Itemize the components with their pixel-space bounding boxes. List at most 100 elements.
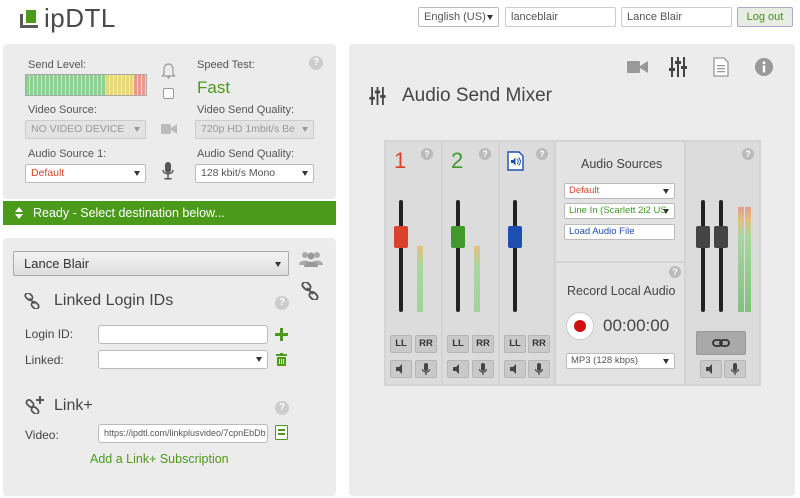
channel-3-mute-button[interactable]	[504, 360, 526, 378]
audio-quality-select[interactable]: 128 kbit/s Mono	[195, 164, 314, 183]
load-audio-file-button[interactable]: Load Audio File	[564, 224, 675, 240]
info-icon[interactable]	[755, 58, 773, 76]
master-help-icon[interactable]: ?	[742, 148, 754, 160]
link-plus-help-icon[interactable]: ?	[275, 401, 289, 415]
master-link-button[interactable]	[696, 331, 746, 355]
logout-button[interactable]: Log out	[737, 7, 793, 27]
video-source-select[interactable]: NO VIDEO DEVICE	[25, 120, 146, 139]
video-camera-icon	[161, 124, 177, 134]
link-plus-icon	[25, 396, 44, 414]
destination-select[interactable]: Lance Blair	[13, 251, 289, 276]
channel-3-rr-button[interactable]: RR	[528, 335, 550, 353]
destination-value: Lance Blair	[24, 256, 90, 271]
plus-icon[interactable]	[275, 328, 288, 341]
speaker-icon	[396, 364, 402, 374]
speaker-icon	[510, 364, 516, 374]
channel-2-mute-button[interactable]	[447, 360, 469, 378]
microphone-icon	[162, 162, 174, 180]
video-source-value: NO VIDEO DEVICE	[31, 123, 125, 135]
chevron-down-icon	[663, 209, 669, 214]
microphone-icon	[478, 363, 488, 375]
audio-source-value: Default	[31, 167, 65, 179]
channel-2-help-icon[interactable]: ?	[479, 148, 491, 160]
username-field[interactable]: lanceblair	[505, 7, 616, 27]
link-icon[interactable]	[301, 282, 319, 300]
trash-icon[interactable]	[276, 353, 287, 366]
master-left-fader[interactable]	[696, 226, 710, 248]
speed-test-value: Fast	[197, 78, 231, 97]
channel-2-rr-button[interactable]: RR	[472, 335, 494, 353]
record-title: Record Local Audio	[567, 284, 676, 298]
chevron-down-icon	[487, 15, 493, 20]
master-mute-button[interactable]	[700, 360, 722, 378]
master-right-fader[interactable]	[714, 226, 728, 248]
video-camera-icon[interactable]	[627, 60, 648, 74]
channel-3-ll-button[interactable]: LL	[504, 335, 526, 353]
channel-3-fader[interactable]	[508, 226, 522, 248]
add-subscription-link[interactable]: Add a Link+ Subscription	[90, 452, 229, 466]
video-quality-label: Video Send Quality:	[197, 104, 295, 116]
record-timer: 00:00:00	[603, 316, 670, 335]
login-id-label: Login ID:	[25, 327, 74, 341]
status-bar[interactable]: Ready - Select destination below...	[3, 201, 336, 225]
login-id-input[interactable]	[98, 325, 268, 344]
channel-2-fader[interactable]	[451, 226, 465, 248]
master-meter-right	[745, 207, 751, 312]
mixer-sliders-icon[interactable]	[669, 57, 687, 77]
master-meter-left	[738, 207, 744, 312]
chevron-down-icon	[134, 171, 140, 176]
microphone-icon	[730, 363, 740, 375]
chevron-down-icon	[134, 127, 140, 132]
copy-link-icon[interactable]	[275, 425, 288, 440]
source-1-select[interactable]: Default	[564, 183, 675, 199]
ipdtl-logo-icon	[20, 10, 38, 28]
chevron-down-icon	[663, 359, 669, 364]
record-help-icon[interactable]: ?	[669, 266, 681, 278]
channel-1-mute-button[interactable]	[390, 360, 412, 378]
speed-test-help-icon[interactable]: ?	[309, 56, 323, 70]
users-group-icon[interactable]	[299, 250, 323, 268]
bell-checkbox[interactable]	[163, 88, 174, 99]
speaker-icon	[706, 364, 712, 374]
video-quality-select[interactable]: 720p HD 1mbit/s Be	[195, 120, 314, 139]
video-url-field[interactable]: https://ipdtl.com/linkplusvideo/7cpnEbDb	[98, 424, 268, 443]
channel-1-ll-button[interactable]: LL	[390, 335, 412, 353]
linked-select[interactable]	[98, 350, 268, 369]
audio-source-label: Audio Source 1:	[28, 148, 107, 160]
audio-quality-value: 128 kbit/s Mono	[201, 167, 276, 179]
record-format-select[interactable]: MP3 (128 kbps)	[566, 353, 675, 369]
channel-2-fader-track	[456, 200, 460, 312]
audio-file-icon	[507, 151, 524, 171]
source-2-value: Line In (Scarlett 2i2 US	[569, 205, 667, 216]
channel-3-help-icon[interactable]: ?	[536, 148, 548, 160]
send-level-meter	[25, 74, 147, 96]
audio-sources-title: Audio Sources	[581, 157, 663, 171]
mixer-sliders-icon	[369, 87, 386, 105]
channel-1-fader[interactable]	[394, 226, 408, 248]
record-button[interactable]	[566, 312, 594, 340]
channel-1-rr-button[interactable]: RR	[415, 335, 437, 353]
channel-2-number: 2	[451, 148, 464, 173]
channel-3-fader-track	[513, 200, 517, 312]
display-name-field[interactable]: Lance Blair	[621, 7, 732, 27]
channel-1-mic-button[interactable]	[415, 360, 437, 378]
audio-source-select[interactable]: Default	[25, 164, 146, 183]
chevron-down-icon	[256, 357, 262, 362]
channel-1-help-icon[interactable]: ?	[421, 148, 433, 160]
chevron-down-icon	[302, 171, 308, 176]
speed-test-label: Speed Test:	[197, 59, 255, 71]
linked-login-ids-title: Linked Login IDs	[54, 292, 174, 309]
channel-2-ll-button[interactable]: LL	[447, 335, 469, 353]
linked-help-icon[interactable]: ?	[275, 296, 289, 310]
channel-2-mic-button[interactable]	[472, 360, 494, 378]
record-dot-icon	[574, 320, 586, 332]
master-left-fader-track	[701, 200, 705, 312]
channel-3-mic-button[interactable]	[528, 360, 550, 378]
language-select[interactable]: English (US)	[418, 7, 499, 27]
source-2-select[interactable]: Line In (Scarlett 2i2 US	[564, 203, 675, 219]
app-logo-text: ipDTL	[44, 3, 116, 33]
document-icon[interactable]	[713, 57, 729, 77]
video-source-label: Video Source:	[28, 104, 97, 116]
master-mic-button[interactable]	[724, 360, 746, 378]
bell-icon[interactable]	[161, 63, 176, 79]
